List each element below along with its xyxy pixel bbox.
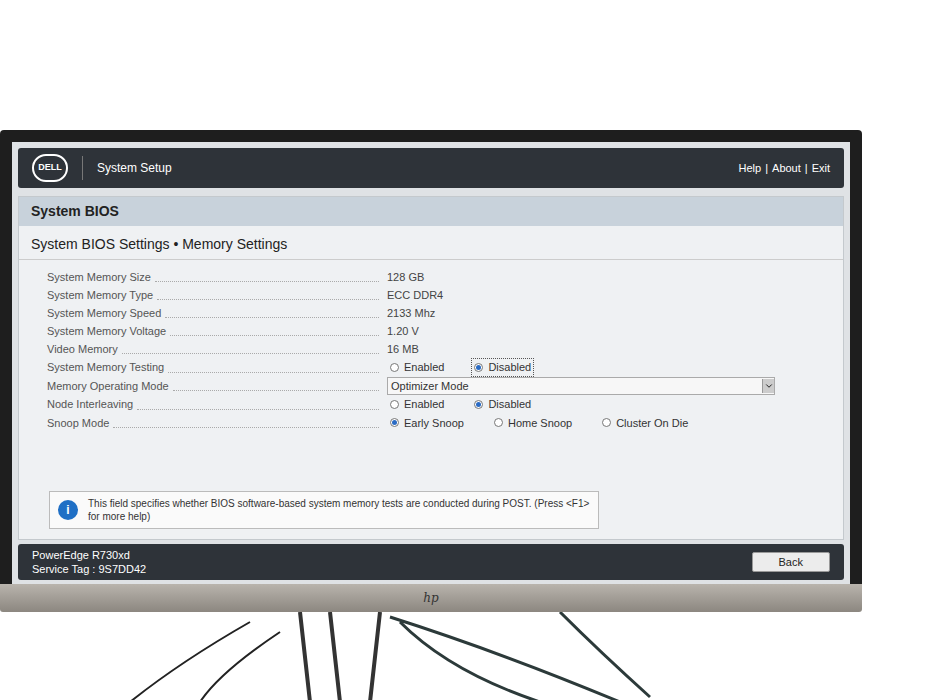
setting-value: 128 GB [387,269,424,286]
setting-row: System Memory Size 128 GB [47,268,815,286]
service-tag: Service Tag : 9S7DD42 [32,562,146,576]
radio-group[interactable]: Enabled Disabled [387,358,534,377]
setting-row: Video Memory 16 MB [47,340,815,358]
radio-option[interactable]: Disabled [471,395,534,414]
monitor: DELL System Setup Help|About|Exit System BI… [0,130,862,700]
setting-row: System Memory Speed 2133 Mhz [47,304,815,322]
setting-row: Node Interleaving Enabled Disabled [47,395,815,414]
settings-list: System Memory Size128 GBSystem Memory Ty… [19,260,843,432]
model-name: PowerEdge R730xd [32,548,146,562]
radio-icon[interactable] [602,418,611,427]
header-bar: DELL System Setup Help|About|Exit [18,148,844,188]
setting-label: Node Interleaving [47,396,133,413]
main-panel: System BIOSSystem BIOS Settings • Memory… [18,196,844,540]
help-box: iThis field specifies whether BIOS softw… [49,491,599,529]
radio-group[interactable]: Early Snoop Home Snoop Cluster On Die [387,414,691,433]
setting-row: System Memory Testing Enabled Disabled [47,358,815,377]
radio-option[interactable]: Disabled [471,358,534,377]
setting-label: System Memory Size [47,269,151,286]
back-button[interactable]: Back [752,552,830,573]
header-title: System Setup [97,159,172,177]
setting-label: System Memory Speed [47,305,161,322]
setting-label: Video Memory [47,341,118,358]
setting-row: Memory Operating Mode Optimizer Mode [47,377,815,396]
page-title: System BIOS Settings • Memory Settings [19,226,843,260]
header-links: Help|About|Exit [739,160,830,177]
cables-icon [0,612,862,700]
info-icon: i [58,500,78,520]
radio-icon[interactable] [390,363,399,372]
header-link[interactable]: Exit [812,160,830,177]
radio-group[interactable]: Enabled Disabled [387,395,534,414]
radio-icon[interactable] [474,363,483,372]
setting-value: ECC DDR4 [387,287,443,304]
header-link[interactable]: About [772,160,801,177]
radio-option[interactable]: Early Snoop [387,414,467,433]
setting-row: System Memory Type ECC DDR4 [47,286,815,304]
section-header: System BIOS [19,197,843,226]
monitor-bezel: DELL System Setup Help|About|Exit System BI… [0,130,862,584]
page: DELL System Setup Help|About|Exit System BI… [0,0,930,700]
screen: DELL System Setup Help|About|Exit System BI… [12,142,850,584]
setting-label: Memory Operating Mode [47,378,169,395]
radio-option[interactable]: Enabled [387,358,447,377]
radio-icon[interactable] [390,418,399,427]
setting-value: 2133 Mhz [387,305,435,322]
radio-icon[interactable] [474,400,483,409]
setting-label: System Memory Voltage [47,323,166,340]
dropdown[interactable]: Optimizer Mode [387,377,775,396]
setting-label: System Memory Testing [47,359,164,376]
radio-option[interactable]: Enabled [387,395,447,414]
setting-row: Snoop Mode Early Snoop Home Snoop Cluster O… [47,414,815,433]
radio-icon[interactable] [390,400,399,409]
setting-label: Snoop Mode [47,415,109,432]
setting-row: System Memory Voltage 1.20 V [47,322,815,340]
setting-value: 1.20 V [387,323,419,340]
monitor-chin: hp [0,584,862,612]
radio-option[interactable]: Home Snoop [491,414,575,433]
hp-logo: hp [423,589,438,607]
header-link[interactable]: Help [739,160,762,177]
radio-icon[interactable] [494,418,503,427]
dell-logo: DELL [32,154,68,182]
setting-label: System Memory Type [47,287,153,304]
setting-value: 16 MB [387,341,419,358]
radio-option[interactable]: Cluster On Die [599,414,691,433]
footer-bar: PowerEdge R730xdService Tag : 9S7DD42 Bac… [18,544,844,580]
dropdown-arrow-icon[interactable] [764,381,774,391]
